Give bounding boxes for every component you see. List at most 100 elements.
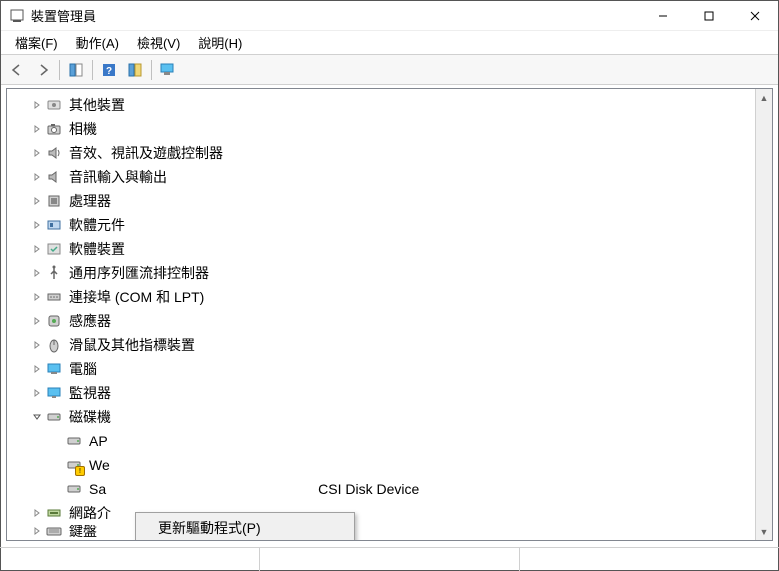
tree-label: 網路介 xyxy=(67,502,113,524)
chevron-right-icon[interactable] xyxy=(29,197,45,205)
close-button[interactable] xyxy=(732,1,778,31)
tree-category[interactable]: 電腦 xyxy=(7,357,772,381)
tree-label: 相機 xyxy=(67,118,99,140)
tree-category[interactable]: 鍵盤 xyxy=(7,525,772,537)
drive-icon: ! xyxy=(65,456,83,474)
menu-file[interactable]: 檔案(F) xyxy=(7,31,66,54)
tree-item-disk[interactable]: !We xyxy=(7,453,772,477)
tree-category[interactable]: 音訊輸入與輸出 xyxy=(7,165,772,189)
svg-text:?: ? xyxy=(106,66,112,77)
context-menu: 更新驅動程式(P) 停用裝置(D) 解除安裝裝置(U) 掃描硬體變更(A) 內容… xyxy=(135,512,355,541)
chevron-right-icon[interactable] xyxy=(29,269,45,277)
tree-label: 感應器 xyxy=(67,310,113,332)
chevron-right-icon[interactable] xyxy=(29,101,45,109)
tree-label: Sa xyxy=(87,478,108,500)
vertical-scrollbar[interactable]: ▲ ▼ xyxy=(755,89,772,540)
chevron-right-icon[interactable] xyxy=(29,125,45,133)
scroll-up-button[interactable]: ▲ xyxy=(756,89,772,106)
sensor-icon xyxy=(45,312,63,330)
menu-help[interactable]: 說明(H) xyxy=(190,31,250,54)
statusbar xyxy=(0,547,779,571)
tree-category[interactable]: 其他裝置 xyxy=(7,93,772,117)
tree-category[interactable]: 相機 xyxy=(7,117,772,141)
tree-label: 其他裝置 xyxy=(67,94,127,116)
chevron-right-icon[interactable] xyxy=(29,173,45,181)
toolbar-separator xyxy=(92,60,93,80)
chevron-right-icon[interactable] xyxy=(29,527,45,535)
tree-category[interactable]: 軟體裝置 xyxy=(7,237,772,261)
drive-icon xyxy=(65,480,83,498)
warning-badge-icon: ! xyxy=(75,466,85,476)
tree-category[interactable]: 網路介 xyxy=(7,501,772,525)
menu-action[interactable]: 動作(A) xyxy=(68,31,127,54)
menubar: 檔案(F) 動作(A) 檢視(V) 說明(H) xyxy=(1,31,778,55)
tree-label: 電腦 xyxy=(67,358,99,380)
disk-icon xyxy=(45,408,63,426)
tree-label: 磁碟機 xyxy=(67,406,113,428)
tree-category[interactable]: 軟體元件 xyxy=(7,213,772,237)
status-cell xyxy=(519,548,779,571)
tree-category[interactable]: 連接埠 (COM 和 LPT) xyxy=(7,285,772,309)
properties-button[interactable] xyxy=(123,58,147,82)
tree-category[interactable]: 滑鼠及其他指標裝置 xyxy=(7,333,772,357)
toolbar: ? xyxy=(1,55,778,85)
speaker-icon xyxy=(45,168,63,186)
tree-category[interactable]: 音效、視訊及遊戲控制器 xyxy=(7,141,772,165)
help-button[interactable]: ? xyxy=(97,58,121,82)
scroll-down-button[interactable]: ▼ xyxy=(756,523,772,540)
software-device-icon xyxy=(45,240,63,258)
tree-label: 軟體元件 xyxy=(67,214,127,236)
tree-label: 音效、視訊及遊戲控制器 xyxy=(67,142,225,164)
toolbar-separator xyxy=(151,60,152,80)
tree-label: 音訊輸入與輸出 xyxy=(67,166,169,188)
tree-item-disk[interactable]: AP xyxy=(7,429,772,453)
maximize-button[interactable] xyxy=(686,1,732,31)
tree-pane: 其他裝置相機音效、視訊及遊戲控制器音訊輸入與輸出處理器軟體元件軟體裝置通用序列匯… xyxy=(6,88,773,541)
status-cell xyxy=(0,548,259,571)
tree-item-disk[interactable]: SaCSI Disk Device xyxy=(7,477,772,501)
cm-update-driver[interactable]: 更新驅動程式(P) xyxy=(138,515,352,541)
scan-hardware-button[interactable] xyxy=(156,58,180,82)
forward-button[interactable] xyxy=(31,58,55,82)
menu-view[interactable]: 檢視(V) xyxy=(129,31,188,54)
tree-label: 通用序列匯流排控制器 xyxy=(67,262,211,284)
chevron-right-icon[interactable] xyxy=(29,365,45,373)
chevron-right-icon[interactable] xyxy=(29,245,45,253)
tree-label: 鍵盤 xyxy=(67,525,99,537)
chevron-right-icon[interactable] xyxy=(29,341,45,349)
tree-category[interactable]: 處理器 xyxy=(7,189,772,213)
tree-category-disk[interactable]: 磁碟機 xyxy=(7,405,772,429)
tree-label: 監視器 xyxy=(67,382,113,404)
tree-label: We xyxy=(87,454,112,476)
toolbar-separator xyxy=(59,60,60,80)
tree-label: 連接埠 (COM 和 LPT) xyxy=(67,286,206,308)
network-icon xyxy=(45,504,63,522)
chevron-right-icon[interactable] xyxy=(29,317,45,325)
mouse-icon xyxy=(45,336,63,354)
device-tree: 其他裝置相機音效、視訊及遊戲控制器音訊輸入與輸出處理器軟體元件軟體裝置通用序列匯… xyxy=(7,89,772,541)
tree-category[interactable]: 通用序列匯流排控制器 xyxy=(7,261,772,285)
status-cell xyxy=(259,548,519,571)
show-hide-console-button[interactable] xyxy=(64,58,88,82)
minimize-button[interactable] xyxy=(640,1,686,31)
chevron-right-icon[interactable] xyxy=(29,389,45,397)
chevron-right-icon[interactable] xyxy=(29,149,45,157)
cpu-icon xyxy=(45,192,63,210)
back-button[interactable] xyxy=(5,58,29,82)
app-icon xyxy=(9,8,25,24)
port-icon xyxy=(45,288,63,306)
tree-category[interactable]: 監視器 xyxy=(7,381,772,405)
tree-label: 滑鼠及其他指標裝置 xyxy=(67,334,197,356)
chevron-right-icon[interactable] xyxy=(29,293,45,301)
tree-category[interactable]: 感應器 xyxy=(7,309,772,333)
drive-icon xyxy=(65,432,83,450)
usb-icon xyxy=(45,264,63,282)
chevron-right-icon[interactable] xyxy=(29,509,45,517)
window-title: 裝置管理員 xyxy=(31,6,640,25)
audio-icon xyxy=(45,144,63,162)
monitor-icon xyxy=(45,384,63,402)
tree-label: 處理器 xyxy=(67,190,113,212)
tree-label: 軟體裝置 xyxy=(67,238,127,260)
chevron-down-icon[interactable] xyxy=(29,413,45,421)
chevron-right-icon[interactable] xyxy=(29,221,45,229)
